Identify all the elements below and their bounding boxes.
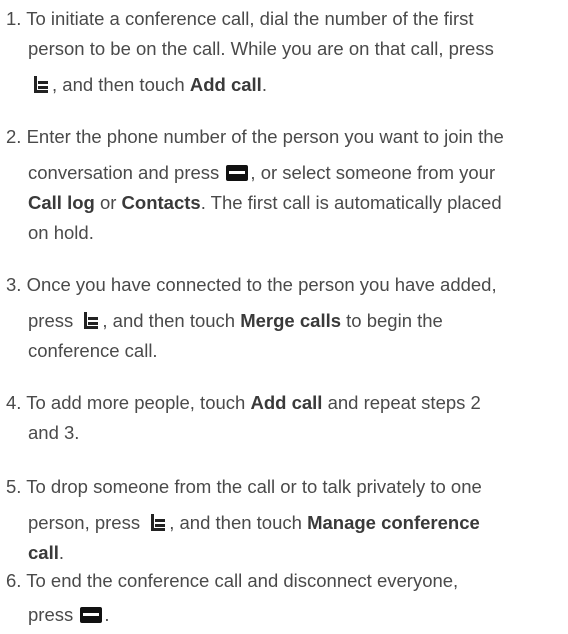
step-1-line-1: 1. To initiate a conference call, dial t… bbox=[6, 4, 562, 34]
step-number: 2. bbox=[6, 126, 22, 147]
step-6: 6. To end the conference call and discon… bbox=[6, 566, 562, 630]
add-call-label: Add call bbox=[189, 74, 262, 95]
step-text: To initiate a conference call, dial the … bbox=[26, 8, 474, 29]
step-3-line-2: press , and then touch Merge calls to be… bbox=[28, 310, 443, 331]
step-number: 1. bbox=[6, 8, 22, 29]
step-2-line-4: on hold. bbox=[28, 222, 94, 243]
manage-conference-label: Manage conference bbox=[307, 512, 480, 533]
step-4-line-2: and 3. bbox=[28, 422, 80, 443]
step-6-line-2: press . bbox=[28, 604, 110, 625]
step-2-line-1: 2. Enter the phone number of the person … bbox=[6, 126, 504, 147]
step-number: 6. bbox=[6, 570, 22, 591]
step-3-line-1: 3. Once you have connected to the person… bbox=[6, 274, 497, 295]
end-call-key-icon bbox=[226, 165, 249, 181]
step-4-line-1: 4. To add more people, touch Add call an… bbox=[6, 392, 481, 413]
step-5-line-2: person, press , and then touch Manage co… bbox=[28, 512, 480, 533]
step-2-line-3: Call log or Contacts. The first call is … bbox=[28, 192, 502, 213]
step-number: 4. bbox=[6, 392, 22, 413]
call-label: call bbox=[28, 542, 59, 563]
contacts-label: Contacts bbox=[121, 192, 201, 213]
step-2: 2. Enter the phone number of the person … bbox=[6, 122, 562, 248]
add-call-label: Add call bbox=[250, 392, 323, 413]
step-2-line-2: conversation and press , or select someo… bbox=[28, 162, 496, 183]
step-1-line-2: person to be on the call. While you are … bbox=[28, 38, 494, 59]
menu-key-icon bbox=[34, 75, 48, 93]
step-1-line-3: , and then touch Add call. bbox=[6, 70, 562, 100]
step-5-line-1: 5. To drop someone from the call or to t… bbox=[6, 476, 482, 497]
end-call-key-icon bbox=[80, 607, 103, 623]
step-number: 3. bbox=[6, 274, 22, 295]
step-5-line-3: call. bbox=[28, 542, 64, 563]
call-log-label: Call log bbox=[28, 192, 95, 213]
menu-key-icon bbox=[84, 311, 99, 329]
step-3-line-3: conference call. bbox=[28, 340, 158, 361]
step-3: 3. Once you have connected to the person… bbox=[6, 270, 562, 366]
step-number: 5. bbox=[6, 476, 22, 497]
step-1: 1. To initiate a conference call, dial t… bbox=[6, 4, 562, 100]
step-4: 4. To add more people, touch Add call an… bbox=[6, 388, 562, 448]
step-5: 5. To drop someone from the call or to t… bbox=[6, 472, 562, 568]
merge-calls-label: Merge calls bbox=[240, 310, 342, 331]
step-6-line-1: 6. To end the conference call and discon… bbox=[6, 570, 459, 591]
menu-key-icon bbox=[151, 513, 166, 531]
